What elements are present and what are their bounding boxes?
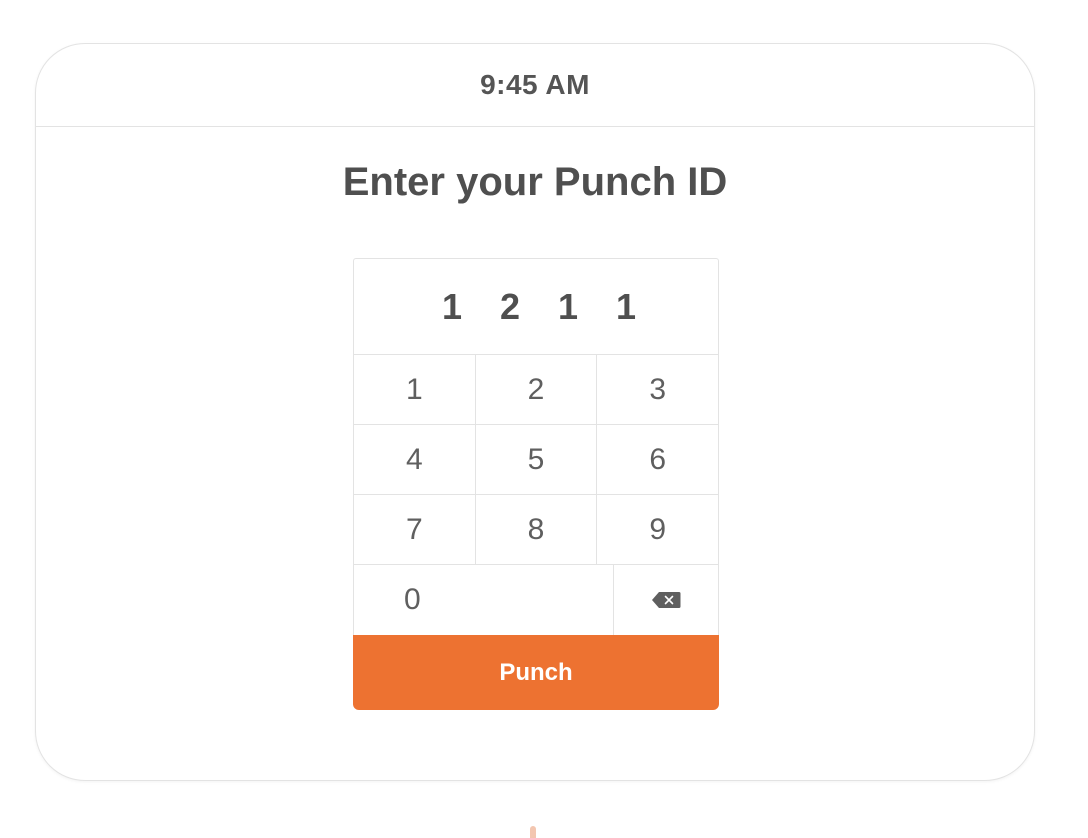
entered-digit: 1: [441, 285, 463, 327]
key-3[interactable]: 3: [597, 355, 718, 424]
clock-time: 9:45 AM: [480, 69, 590, 100]
key-0[interactable]: 0: [354, 565, 614, 635]
keypad-row: 1 2 3: [354, 355, 718, 425]
keypad-row: 7 8 9: [354, 495, 718, 565]
backspace-icon: [651, 592, 681, 608]
backspace-button[interactable]: [614, 565, 718, 635]
punch-button[interactable]: Punch: [353, 635, 719, 710]
entered-digit: 1: [557, 285, 579, 327]
punch-id-display: 1 2 1 1: [354, 259, 718, 355]
page-title: Enter your Punch ID: [342, 160, 728, 204]
keypad-row: 4 5 6: [354, 425, 718, 495]
key-1[interactable]: 1: [354, 355, 476, 424]
keypad-box: 1 2 1 1 1 2 3 4 5 6 7 8 9 0: [353, 258, 719, 635]
footer-mark: [530, 826, 536, 838]
key-6[interactable]: 6: [597, 425, 718, 494]
header: 9:45 AM: [36, 44, 1034, 127]
keypad-row: 0: [354, 565, 718, 635]
key-8[interactable]: 8: [476, 495, 598, 564]
key-7[interactable]: 7: [354, 495, 476, 564]
entered-digit: 2: [499, 285, 521, 327]
key-9[interactable]: 9: [597, 495, 718, 564]
entered-digit: 1: [615, 285, 637, 327]
key-5[interactable]: 5: [476, 425, 598, 494]
punch-keypad: 1 2 1 1 1 2 3 4 5 6 7 8 9 0 Punch: [353, 258, 719, 710]
key-2[interactable]: 2: [476, 355, 598, 424]
punch-card: 9:45 AM Enter your Punch ID 1 2 1 1 1 2 …: [35, 43, 1035, 781]
key-4[interactable]: 4: [354, 425, 476, 494]
